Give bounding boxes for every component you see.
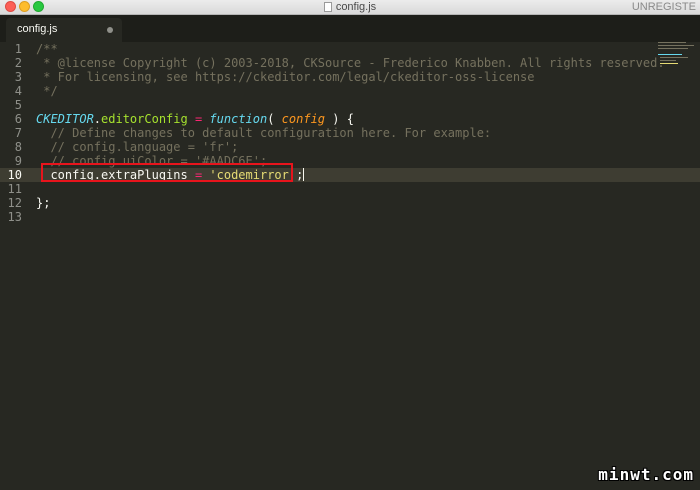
tab-label: config.js — [17, 23, 58, 35]
line-number: 11 — [7, 182, 22, 196]
tab-config-js[interactable]: config.js — [6, 18, 122, 42]
line-number: 12 — [7, 196, 22, 210]
minimap[interactable] — [658, 42, 698, 68]
code-line-8: // config.language = 'fr'; — [36, 140, 239, 154]
line-number: 5 — [14, 98, 22, 112]
code-line-12: }; — [36, 196, 51, 210]
config-parameter: config — [281, 112, 326, 126]
dot-token: . — [93, 112, 102, 126]
unregistered-label: UNREGISTE — [631, 1, 696, 13]
unsaved-dot-icon[interactable] — [107, 27, 113, 33]
semicolon: ; — [296, 168, 304, 182]
function-keyword: function — [209, 112, 268, 126]
text-cursor — [303, 168, 305, 181]
code-line-7: // Define changes to default configurati… — [36, 126, 492, 140]
highlight-annotation-box — [41, 163, 293, 182]
file-icon — [323, 2, 332, 12]
line-number-gutter: 1 2 3 4 5 6 7 8 9 10 11 12 13 — [0, 42, 30, 490]
editorconfig-token: editorConfig — [101, 112, 188, 126]
window-title-group: config.js — [0, 0, 700, 14]
window-title: config.js — [335, 1, 377, 13]
code-line-1: /** — [36, 42, 58, 56]
line-number-active: 10 — [7, 168, 22, 182]
line-number: 3 — [14, 70, 22, 84]
line-number: 9 — [14, 154, 22, 168]
code-line-3: * For licensing, see https://ckeditor.co… — [36, 70, 535, 84]
ckeditor-token: CKEDITOR — [36, 112, 94, 126]
code-line-4: */ — [36, 84, 58, 98]
code-line-6: CKEDITOR.editorConfig = function( config… — [36, 112, 354, 126]
watermark-text: minwt.com — [598, 465, 694, 484]
line-number: 13 — [7, 210, 22, 224]
open-paren: ( — [267, 112, 282, 126]
line-number: 6 — [14, 112, 22, 126]
line-number: 2 — [14, 56, 22, 70]
tab-bar: config.js — [0, 15, 700, 42]
line-number: 8 — [14, 140, 22, 154]
code-line-2: * @license Copyright (c) 2003-2018, CKSo… — [36, 56, 665, 70]
line-number: 7 — [14, 126, 22, 140]
line-number: 4 — [14, 84, 22, 98]
assign-operator: = — [187, 112, 210, 126]
line-number: 1 — [14, 42, 22, 56]
window-titlebar: config.js UNREGISTE — [0, 0, 700, 15]
close-paren-brace: ) { — [325, 112, 354, 126]
